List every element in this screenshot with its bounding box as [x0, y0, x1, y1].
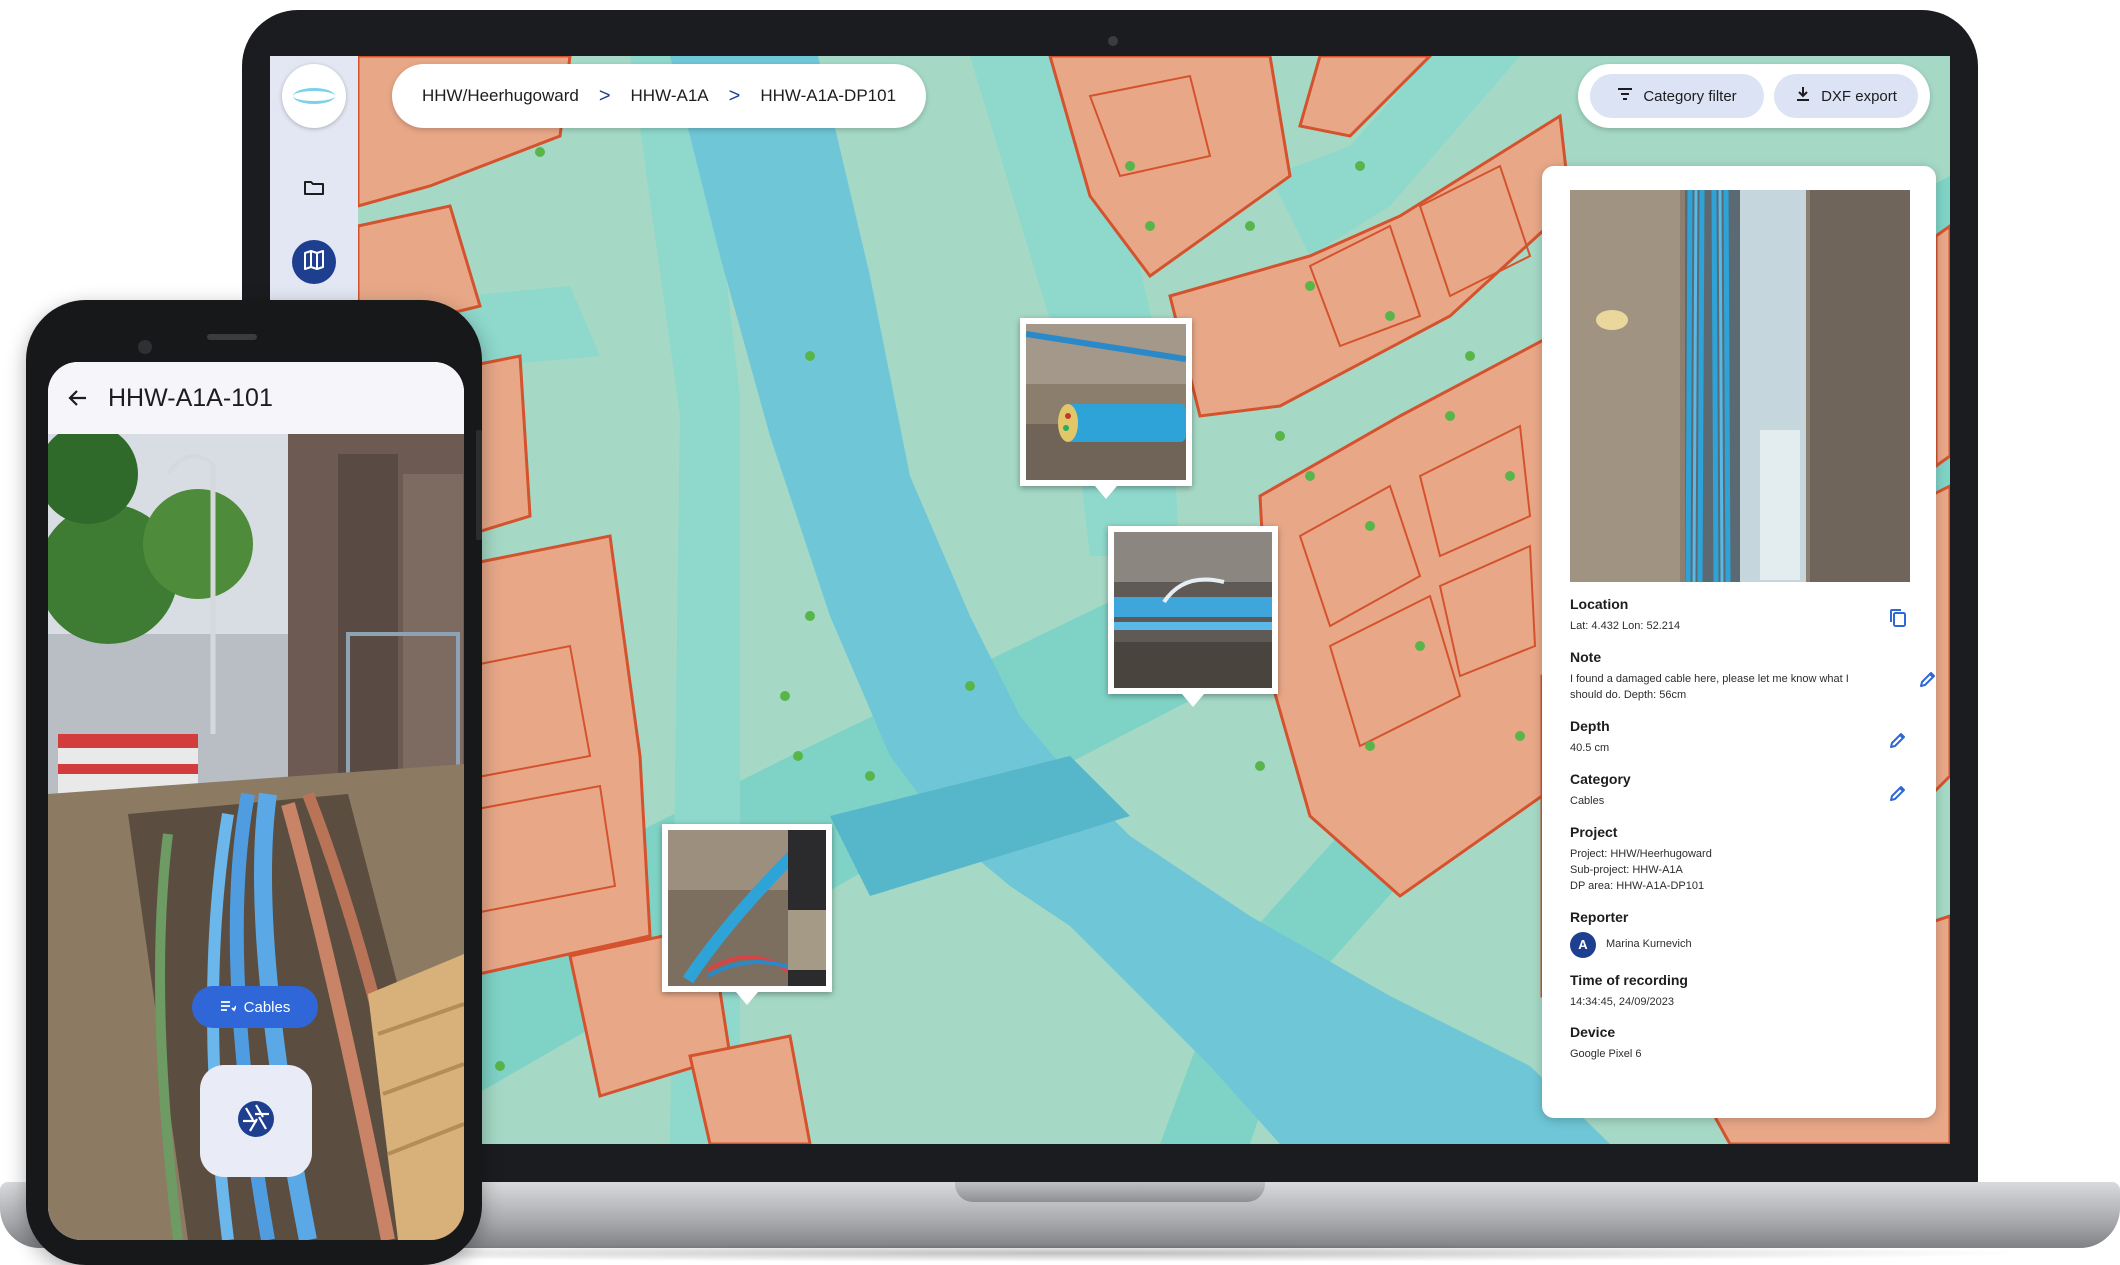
category-section: Category Cables [1570, 771, 1910, 810]
logo-mark [293, 88, 335, 104]
breadcrumb-item-dp-area[interactable]: HHW-A1A-DP101 [760, 86, 896, 106]
device-value: Google Pixel 6 [1570, 1048, 1642, 1061]
depth-label: Depth [1570, 717, 1610, 734]
dxf-export-button[interactable]: DXF export [1774, 74, 1918, 118]
project-line: Project: HHW/Heerhugoward [1570, 847, 1712, 860]
category-chip-label: Cables [243, 998, 291, 1016]
time-label: Time of recording [1570, 971, 1688, 988]
photo-marker-3[interactable] [662, 824, 832, 1005]
time-section: Time of recording 14:34:45, 24/09/2023 [1570, 972, 1910, 1011]
photo-marker-2[interactable] [1108, 526, 1278, 707]
folder-icon [302, 176, 326, 205]
subproject-line: Sub-project: HHW-A1A [1570, 863, 1683, 876]
project-section: Project Project: HHW/Heerhugoward Sub-pr… [1570, 824, 1910, 895]
map-toolbar: Category filter DXF export [1578, 64, 1930, 128]
chevron-right-icon: > [728, 84, 741, 107]
breadcrumb: HHW/Heerhugoward > HHW-A1A > HHW-A1A-DP1… [392, 64, 927, 128]
breadcrumb-item-project[interactable]: HHW/Heerhugoward [422, 86, 579, 106]
project-label: Project [1570, 823, 1618, 840]
filter-icon [1617, 87, 1633, 105]
photo-marker-1[interactable] [1020, 318, 1192, 499]
app-logo[interactable] [282, 64, 346, 128]
chevron-right-icon: > [598, 84, 611, 107]
laptop-screen: HHW/Heerhugoward > HHW-A1A > HHW-A1A-DP1… [270, 56, 1950, 1144]
edit-note-pencil-icon[interactable] [1916, 667, 1940, 691]
rail-item-map[interactable] [292, 240, 336, 284]
phone-speaker [207, 334, 257, 340]
phone-side-button [476, 430, 482, 540]
category-value: Cables [1570, 794, 1605, 807]
laptop-camera [1108, 36, 1118, 46]
rail-item-projects[interactable] [292, 168, 336, 212]
map-icon [302, 248, 326, 277]
location-value: Lat: 4.432 Lon: 52.214 [1570, 620, 1681, 632]
detail-photo[interactable] [1570, 190, 1910, 582]
time-value: 14:34:45, 24/09/2023 [1570, 995, 1674, 1008]
detail-panel: Location Lat: 4.432 Lon: 52.214 Note I f… [1542, 166, 1936, 1118]
category-label: Category [1570, 770, 1631, 787]
location-label: Location [1570, 596, 1629, 612]
detail-fields: Location Lat: 4.432 Lon: 52.214 Note I f… [1570, 596, 1935, 1077]
avatar: A [1570, 931, 1596, 958]
phone-app-bar: HHW-A1A-101 [48, 362, 464, 434]
copy-icon[interactable] [1886, 606, 1910, 630]
laptop-hinge-notch [955, 1182, 1265, 1202]
note-section: Note I found a damaged cable here, pleas… [1570, 648, 1935, 704]
phone-camera [138, 340, 152, 354]
edit-category-pencil-icon[interactable] [1886, 781, 1910, 805]
category-chip[interactable]: Cables [192, 986, 318, 1028]
edit-depth-pencil-icon[interactable] [1886, 728, 1910, 752]
marker-photo-cable-end [1026, 324, 1186, 480]
note-label: Note [1570, 648, 1602, 665]
download-icon [1795, 86, 1811, 106]
marker-photo-trench [1114, 532, 1272, 688]
device-label: Device [1570, 1024, 1616, 1041]
camera-shutter-icon [236, 1099, 276, 1144]
phone-page-title: HHW-A1A-101 [108, 383, 273, 412]
breadcrumb-item-subproject[interactable]: HHW-A1A [631, 86, 709, 106]
dp-area-line: DP area: HHW-A1A-DP101 [1570, 879, 1705, 892]
depth-value: 40.5 cm [1570, 741, 1610, 754]
phone-screen: HHW-A1A-101 Cables [48, 362, 464, 1240]
reporter-section: Reporter A Marina Kurnevich [1570, 909, 1910, 958]
product-mockup: HHW/Heerhugoward > HHW-A1A > HHW-A1A-DP1… [0, 0, 2120, 1265]
dxf-export-label: DXF export [1821, 87, 1897, 105]
category-filter-label: Category filter [1643, 87, 1737, 105]
back-arrow-icon[interactable] [66, 386, 90, 410]
note-value: I found a damaged cable here, please let… [1570, 672, 1849, 701]
camera-shutter-button[interactable] [200, 1065, 312, 1177]
depth-section: Depth 40.5 cm [1570, 718, 1910, 757]
category-filter-button[interactable]: Category filter [1590, 74, 1764, 118]
reporter-label: Reporter [1570, 908, 1629, 925]
device-section: Device Google Pixel 6 [1570, 1024, 1910, 1063]
marker-photo-cable-junction [668, 830, 826, 986]
location-section: Location Lat: 4.432 Lon: 52.214 [1570, 596, 1910, 635]
category-list-icon [220, 999, 237, 1016]
reporter-name: Marina Kurnevich [1606, 937, 1692, 950]
